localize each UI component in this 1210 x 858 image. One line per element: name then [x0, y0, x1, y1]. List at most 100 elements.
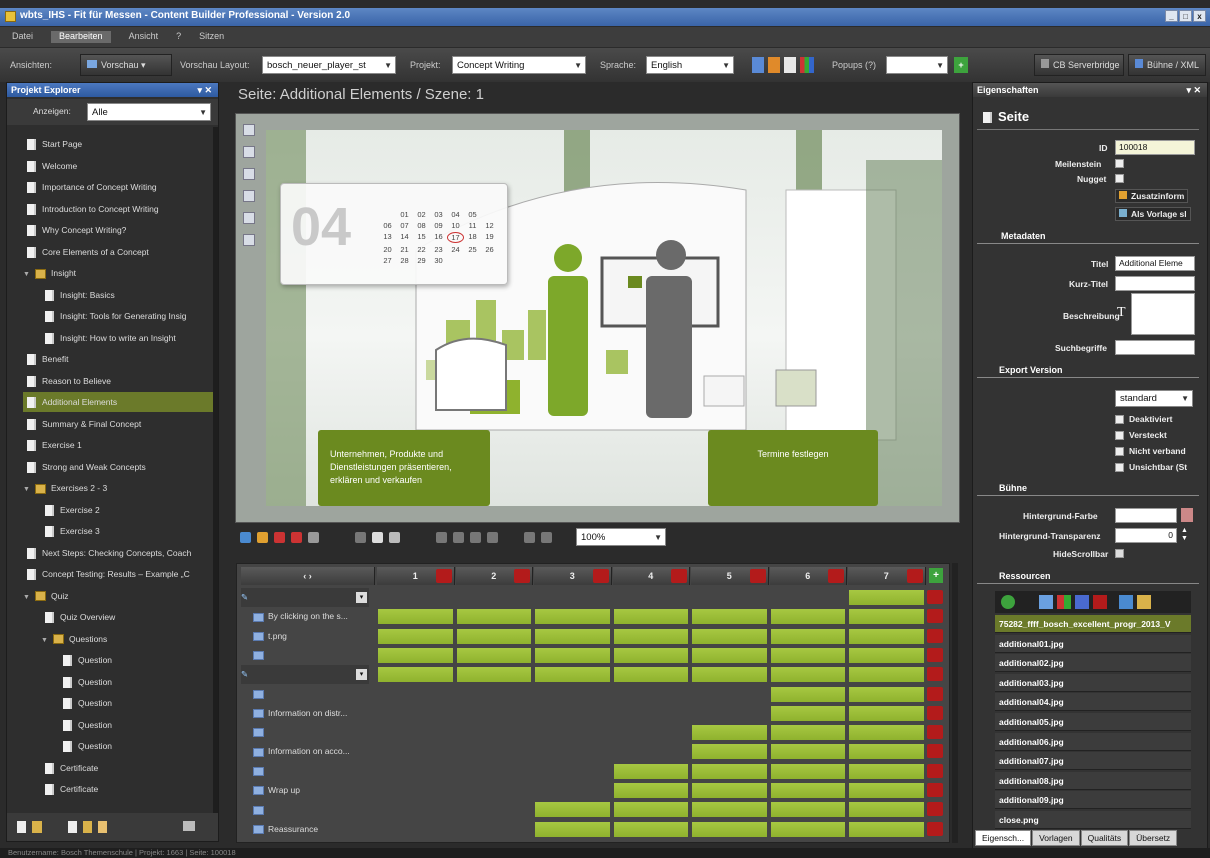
cb-serverbridge-button[interactable]: CB Serverbridge [1034, 54, 1124, 76]
tab-uebersetzung[interactable]: Übersetz [1129, 830, 1178, 846]
timeline-bar[interactable] [849, 802, 924, 818]
refresh-icon[interactable] [240, 531, 251, 543]
tree-page[interactable]: Exercise 3 [23, 521, 213, 541]
timeline-bar[interactable] [770, 821, 845, 837]
id-field[interactable]: 100018 [1115, 140, 1195, 155]
timeline-corner[interactable]: ‹ › [241, 567, 375, 585]
timeline-bar[interactable] [535, 647, 610, 663]
export-version-select[interactable]: standard ▼ [1115, 390, 1193, 407]
timeline-bar[interactable] [692, 744, 767, 760]
timeline-row-label[interactable]: t.png [241, 627, 369, 646]
panel-controls-icon[interactable]: ▾ ✕ [1186, 83, 1201, 97]
expand-toggle-icon[interactable]: ▼ [23, 480, 31, 498]
als-vorlage-button[interactable]: Als Vorlage sl [1115, 207, 1191, 221]
nugget-checkbox[interactable] [1115, 174, 1124, 183]
beschreibung-field[interactable] [1131, 293, 1195, 335]
text-tool-icon[interactable] [243, 146, 255, 158]
vorschau-button[interactable]: Vorschau ▾ [80, 54, 172, 76]
tree-page[interactable]: Concept Testing: Results – Example „C [23, 564, 213, 584]
resource-item[interactable]: additional08.jpg [995, 771, 1191, 790]
timeline-bar[interactable] [770, 763, 845, 779]
template-icon[interactable] [98, 821, 107, 833]
copy-folder-icon[interactable] [83, 821, 92, 833]
calendar-card[interactable]: 04 01 02 03 04 05 06 07 08 09 10 11 12 13 14 15 16 17 18 1… [280, 183, 508, 285]
tree-page[interactable]: Core Elements of a Concept [23, 242, 213, 262]
tree-folder[interactable]: ▼ Questions [23, 629, 213, 649]
panel-controls-icon[interactable]: ▾ ✕ [197, 83, 212, 97]
tree-page[interactable]: Next Steps: Checking Concepts, Coach [23, 543, 213, 563]
timeline-bar[interactable] [378, 647, 453, 663]
timeline-bar[interactable] [378, 628, 453, 644]
versteckt-checkbox[interactable] [1115, 431, 1124, 441]
menu-help[interactable]: ? [176, 31, 181, 43]
color-picker-icon[interactable] [1181, 508, 1193, 522]
delete-row-icon[interactable] [927, 609, 943, 624]
timeline-bar[interactable] [456, 647, 531, 663]
tree-page[interactable]: Strong and Weak Concepts [23, 457, 213, 477]
timeline-bar[interactable] [770, 744, 845, 760]
delete-column-icon[interactable] [435, 569, 452, 583]
collapse-icon[interactable]: ▾ [356, 669, 367, 681]
move-up-icon[interactable] [524, 531, 535, 543]
delete-row-icon[interactable] [927, 590, 943, 604]
tree-page[interactable]: Exercise 2 [23, 500, 213, 520]
delete-row-icon[interactable] [927, 725, 943, 740]
collapse-icon[interactable]: ▾ [356, 592, 367, 603]
timeline-bar[interactable] [692, 802, 767, 818]
kurztitel-field[interactable] [1115, 276, 1195, 291]
timeline-bar[interactable] [770, 705, 845, 721]
folder-resource-icon[interactable] [1137, 595, 1151, 609]
delete-column-icon[interactable] [514, 569, 530, 583]
timeline-bar[interactable] [770, 802, 845, 818]
align-left-icon[interactable] [436, 531, 447, 543]
resource-item[interactable]: additional06.jpg [995, 732, 1191, 751]
resource-item[interactable]: additional04.jpg [995, 693, 1191, 712]
timeline-bar[interactable] [613, 763, 688, 779]
delete-resource-icon[interactable] [1093, 595, 1107, 609]
timeline-bar[interactable] [770, 609, 845, 625]
popups-select[interactable]: ▼ [886, 56, 948, 74]
magnet-icon[interactable] [274, 531, 285, 543]
delete-row-icon[interactable] [927, 763, 943, 778]
timeline-bar[interactable] [692, 763, 767, 779]
timeline-bar[interactable] [613, 821, 688, 837]
titel-field[interactable]: Additional Eleme [1115, 256, 1195, 271]
timeline-bar[interactable] [535, 667, 610, 683]
timeline-row-label[interactable] [241, 723, 369, 742]
delete-column-icon[interactable] [592, 569, 609, 583]
tree-page[interactable]: Quiz Overview [23, 607, 213, 627]
delete-row-icon[interactable] [927, 647, 943, 662]
pencil-icon[interactable] [257, 531, 268, 543]
tool-icon[interactable] [308, 531, 319, 543]
timeline-bar[interactable] [849, 821, 924, 837]
expand-toggle-icon[interactable]: ▼ [23, 588, 31, 606]
resource-item[interactable]: additional07.jpg [995, 752, 1191, 771]
timeline-bar[interactable] [692, 628, 767, 644]
nicht-verbanden-checkbox[interactable] [1115, 447, 1124, 457]
shape-tool-icon[interactable] [243, 190, 255, 202]
resource-item[interactable]: additional09.jpg [995, 791, 1191, 810]
resource-item[interactable]: close.png [995, 811, 1191, 829]
timeline-row-label[interactable] [241, 800, 369, 819]
tree-page[interactable]: Question [23, 693, 213, 713]
timeline-group-row[interactable]: ✎ ▾ [241, 588, 369, 607]
timeline-bar[interactable] [849, 744, 924, 760]
new-page-icon[interactable] [17, 821, 26, 833]
minimize-button[interactable]: _ [1165, 10, 1178, 22]
timeline-bar[interactable] [849, 686, 924, 702]
delete-column-icon[interactable] [671, 569, 687, 583]
zusatzinfo-button[interactable]: Zusatzinform [1115, 189, 1189, 203]
delete-row-icon[interactable] [927, 821, 943, 836]
tree-page[interactable]: Question [23, 715, 213, 735]
move-down-icon[interactable] [541, 531, 552, 543]
tree-page[interactable]: Introduction to Concept Writing [23, 199, 213, 219]
timeline-row-label[interactable] [241, 646, 369, 665]
timeline-row-label[interactable]: Reassurance [241, 820, 369, 839]
media-resource-icon[interactable] [1057, 595, 1071, 609]
delete-column-icon[interactable] [749, 569, 766, 583]
tree-page[interactable]: Certificate [23, 779, 213, 799]
settings-icon[interactable] [183, 821, 195, 831]
timeline-bar[interactable] [613, 802, 688, 818]
menu-bearbeiten[interactable]: Bearbeiten [51, 31, 111, 43]
tab-qualitaet[interactable]: Qualitäts [1080, 830, 1129, 846]
